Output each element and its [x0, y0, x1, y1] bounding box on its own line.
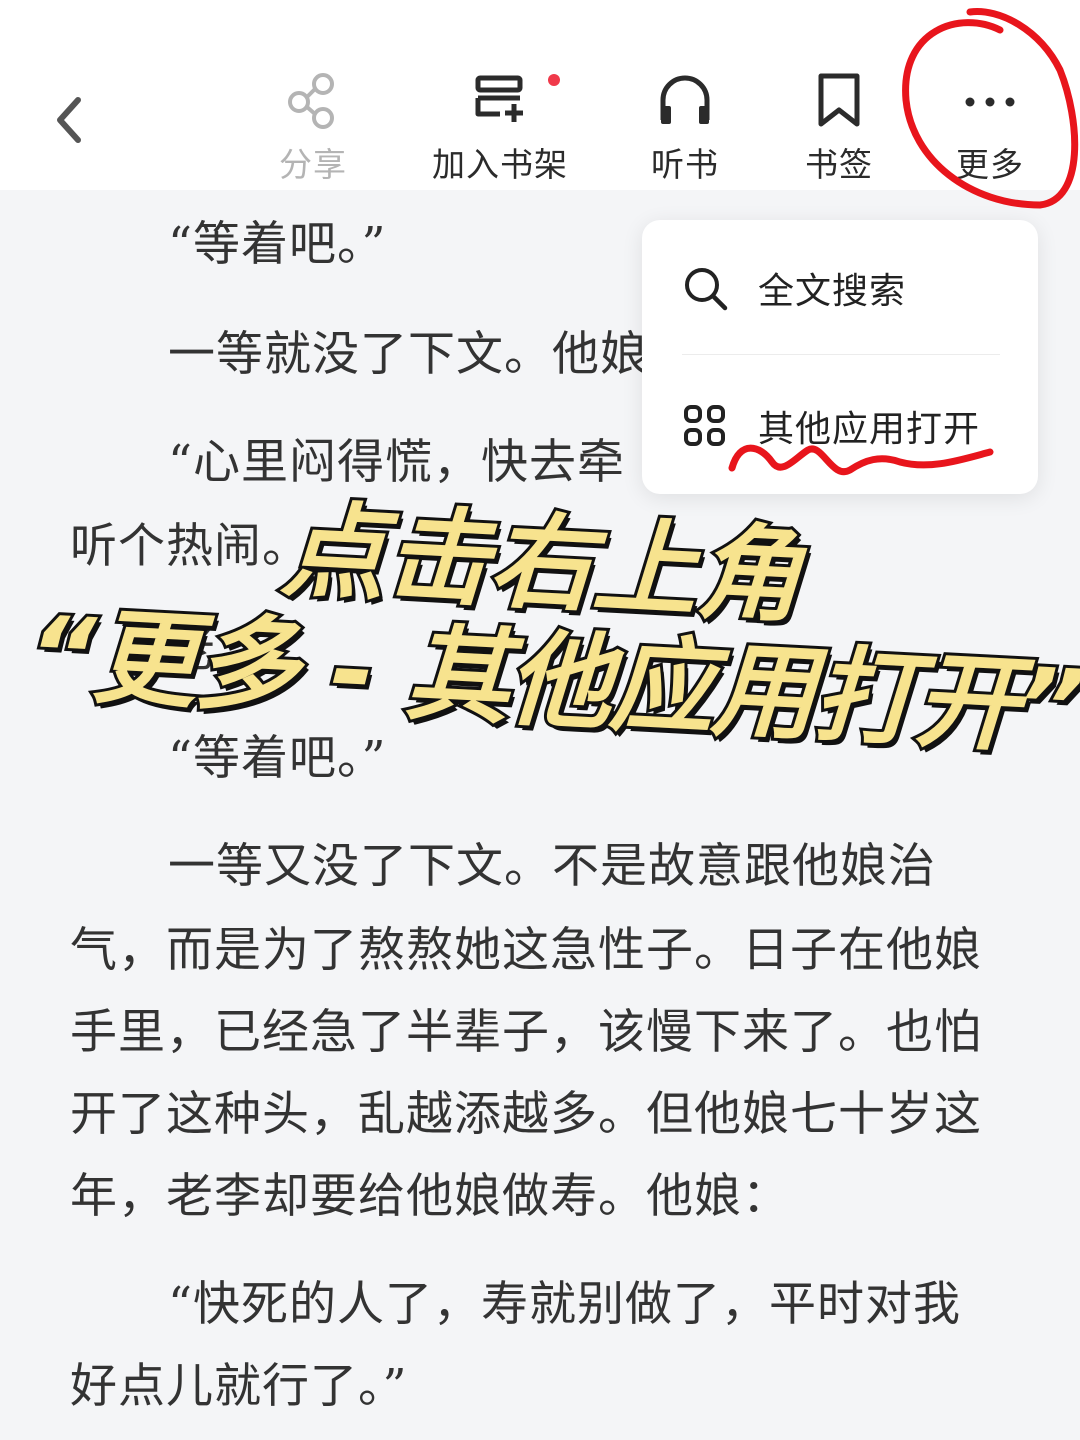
- paragraph: 手里，已经急了半辈子，该慢下来了。也怕: [70, 1005, 982, 1060]
- notification-dot: [548, 74, 560, 86]
- menu-item-label: 全文搜索: [758, 271, 907, 312]
- back-button[interactable]: [40, 88, 100, 148]
- more-dropdown-menu: 全文搜索 其他应用打开: [642, 220, 1038, 494]
- paragraph: 气，而是为了熬熬她这急性子。日子在他娘: [70, 923, 982, 978]
- share-icon: [288, 73, 334, 129]
- reader-toolbar: 分享 加入书架 听书 书签 更多: [0, 0, 1080, 190]
- search-icon: [685, 268, 728, 311]
- paragraph: 开了这种头，乱越添越多。但他娘七十岁这: [70, 1087, 982, 1142]
- paragraph: 一等又没了下文。不是故意跟他娘治: [168, 839, 936, 894]
- menu-item-fulltext-search[interactable]: 全文搜索: [682, 248, 1012, 328]
- paragraph: 一等就没了下文。他娘: [168, 327, 648, 382]
- listen-label: 听书: [651, 145, 719, 184]
- more-dots-icon: [965, 97, 1015, 107]
- apps-grid-icon: [684, 405, 725, 446]
- more-button[interactable]: 更多: [915, 64, 1065, 186]
- paragraph: “等着吧。”: [168, 217, 387, 272]
- paragraph: 年，老李却要给他娘做寿。他娘：: [70, 1169, 790, 1224]
- bookmark-button[interactable]: 书签: [764, 64, 914, 186]
- chevron-left-icon: [57, 97, 81, 143]
- more-label: 更多: [956, 145, 1024, 184]
- menu-item-label: 其他应用打开: [758, 409, 981, 450]
- bookshelf-add-icon: [475, 75, 523, 122]
- paragraph: “快死的人了，寿就别做了，平时对我: [168, 1277, 962, 1332]
- menu-divider: [682, 354, 1000, 355]
- listen-button[interactable]: 听书: [610, 64, 760, 186]
- add-to-bookshelf-label: 加入书架: [432, 145, 568, 184]
- share-label: 分享: [279, 145, 347, 184]
- bookmark-label: 书签: [805, 145, 873, 184]
- paragraph: 好点儿就行了。”: [70, 1359, 408, 1414]
- bookmark-icon: [818, 73, 860, 127]
- menu-item-open-in-other-app[interactable]: 其他应用打开: [682, 386, 1012, 466]
- headphones-icon: [660, 75, 710, 124]
- share-button[interactable]: 分享: [238, 64, 388, 186]
